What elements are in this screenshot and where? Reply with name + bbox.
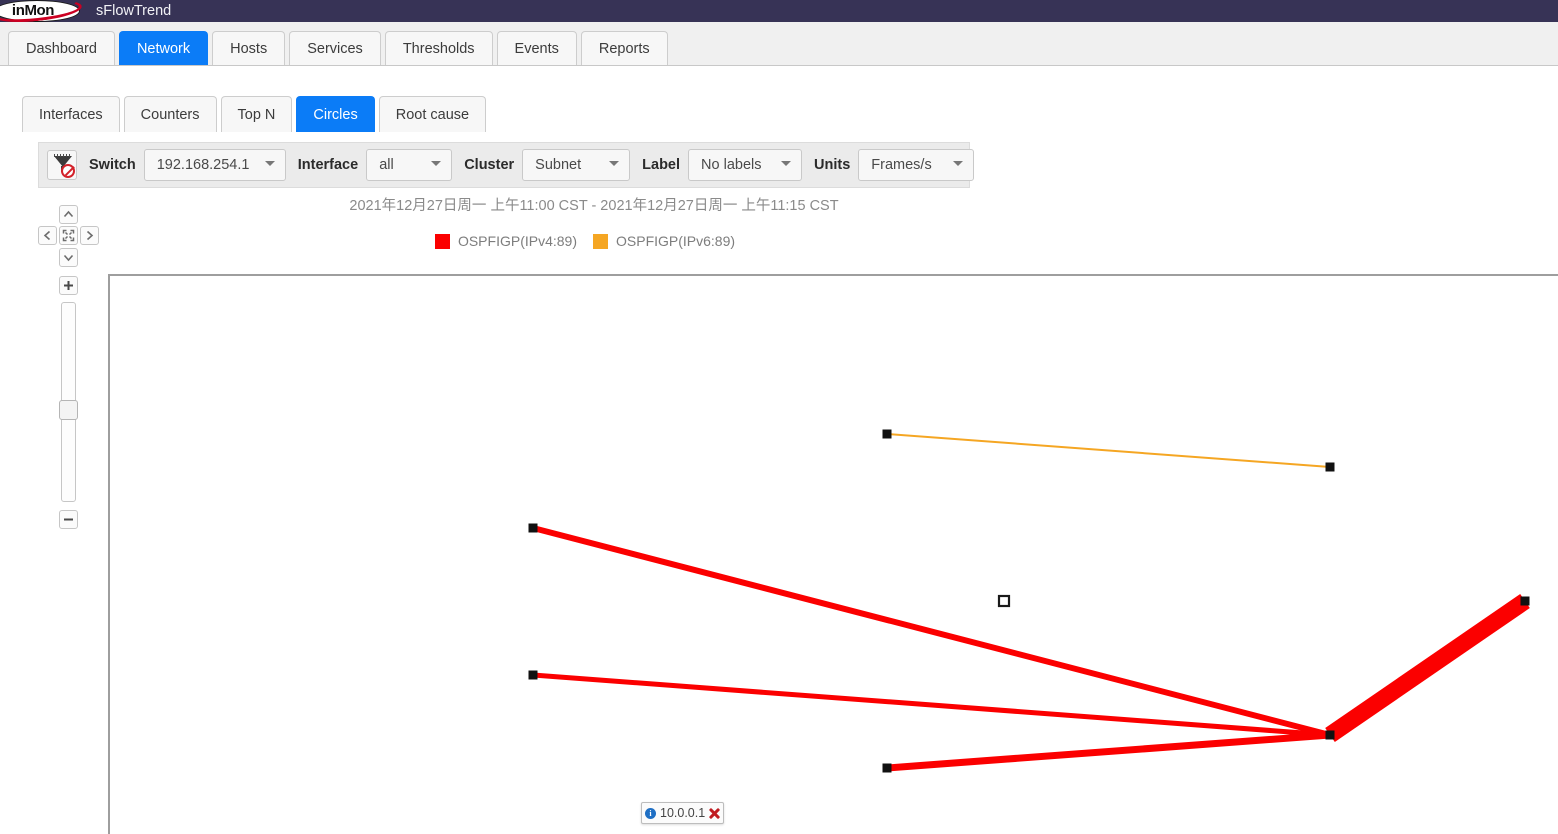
- circles-graph-panel[interactable]: i 10.0.0.1 i 224.0.0.5: [108, 274, 1558, 834]
- no-entry-badge: [61, 164, 75, 178]
- info-icon[interactable]: i: [645, 807, 656, 819]
- network-graph-svg: [528, 429, 1530, 773]
- graph-edge[interactable]: [886, 433, 1331, 468]
- subtab-root-cause[interactable]: Root cause: [378, 96, 487, 132]
- legend-swatch: [593, 233, 608, 249]
- app-title: sFlowTrend: [96, 3, 172, 19]
- close-icon[interactable]: [709, 808, 720, 819]
- graph-node[interactable]: [882, 763, 892, 773]
- label-dropdown[interactable]: No labels: [688, 149, 803, 181]
- tab-dashboard[interactable]: Dashboard: [8, 31, 115, 65]
- graph-edge[interactable]: [886, 731, 1331, 772]
- units-label: Units: [814, 157, 851, 173]
- graph-edge[interactable]: [1325, 593, 1530, 743]
- interface-dropdown[interactable]: all: [366, 149, 453, 181]
- filter-toolbar: Switch 192.168.254.1 Interface all Clust…: [38, 142, 975, 188]
- graph-node[interactable]: [528, 523, 538, 533]
- interface-label: Interface: [297, 157, 359, 173]
- main-tab-bar: Dashboard Network Hosts Services Thresho…: [0, 22, 1558, 66]
- filter-disabled-icon[interactable]: [47, 150, 77, 180]
- subtab-top-n[interactable]: Top N: [220, 96, 293, 132]
- zoom-in-button[interactable]: [59, 276, 78, 295]
- legend-swatch: [434, 233, 450, 249]
- logo-wordmark: inMon: [11, 2, 55, 19]
- graph-node[interactable]: [1325, 462, 1335, 472]
- funnel-rim: [54, 154, 72, 157]
- graph-node[interactable]: [997, 594, 1011, 608]
- cluster-label: Cluster: [464, 157, 515, 173]
- graph-node[interactable]: [1325, 730, 1335, 740]
- switch-dropdown[interactable]: 192.168.254.1: [143, 149, 286, 181]
- tab-thresholds[interactable]: Thresholds: [384, 31, 493, 65]
- fit-to-screen-button[interactable]: [59, 226, 78, 245]
- zoom-slider-handle[interactable]: [59, 400, 78, 420]
- graph-navigation-pad: [38, 205, 100, 535]
- subtab-circles[interactable]: Circles: [296, 96, 375, 132]
- interface-value: all: [379, 157, 394, 173]
- cluster-dropdown[interactable]: Subnet: [522, 149, 631, 181]
- date-range-text: 2021年12月27日周一 上午11:00 CST - 2021年12月27日周…: [349, 198, 839, 214]
- subtab-interfaces[interactable]: Interfaces: [22, 96, 120, 132]
- chart-legend: OSPFIGP(IPv4:89) OSPFIGP(IPv6:89): [0, 233, 1558, 249]
- legend-label: OSPFIGP(IPv6:89): [616, 233, 736, 249]
- subtab-counters[interactable]: Counters: [123, 96, 217, 132]
- node-label-text: 10.0.0.1: [660, 806, 706, 820]
- graph-node[interactable]: [882, 429, 892, 439]
- title-bar: inMon sFlowTrend: [0, 0, 1558, 26]
- switch-value: 192.168.254.1: [156, 157, 250, 173]
- inmon-logo: inMon: [0, 0, 83, 26]
- tab-hosts[interactable]: Hosts: [212, 31, 286, 65]
- pan-right-button[interactable]: [80, 226, 99, 245]
- legend-item-ospf-ipv4[interactable]: OSPFIGP(IPv4:89): [434, 233, 577, 249]
- tab-reports[interactable]: Reports: [580, 31, 668, 65]
- chevron-down-icon: [781, 161, 792, 166]
- units-value: Frames/s: [871, 157, 932, 173]
- label-value: No labels: [701, 157, 762, 173]
- chevron-down-icon: [953, 161, 964, 166]
- zoom-out-button[interactable]: [59, 510, 78, 529]
- cluster-value: Subnet: [535, 157, 582, 173]
- tab-events[interactable]: Events: [496, 31, 577, 65]
- label-label: Label: [642, 157, 681, 173]
- chevron-down-icon: [431, 161, 442, 166]
- chevron-down-icon: [609, 161, 620, 166]
- tab-services[interactable]: Services: [289, 31, 381, 65]
- tab-network[interactable]: Network: [118, 31, 209, 65]
- pan-left-button[interactable]: [38, 226, 57, 245]
- sub-tab-bar: Interfaces Counters Top N Circles Root c…: [0, 67, 1558, 132]
- units-dropdown[interactable]: Frames/s: [858, 149, 975, 181]
- chevron-down-icon: [264, 161, 275, 166]
- legend-label: OSPFIGP(IPv4:89): [457, 233, 577, 249]
- node-label-10-0-0-1[interactable]: i 10.0.0.1: [641, 802, 725, 824]
- graph-node[interactable]: [528, 670, 538, 680]
- legend-item-ospf-ipv6[interactable]: OSPFIGP(IPv6:89): [593, 233, 735, 249]
- pan-down-button[interactable]: [59, 248, 78, 267]
- switch-label: Switch: [89, 157, 136, 173]
- pan-up-button[interactable]: [59, 205, 78, 224]
- graph-node[interactable]: [1520, 596, 1530, 606]
